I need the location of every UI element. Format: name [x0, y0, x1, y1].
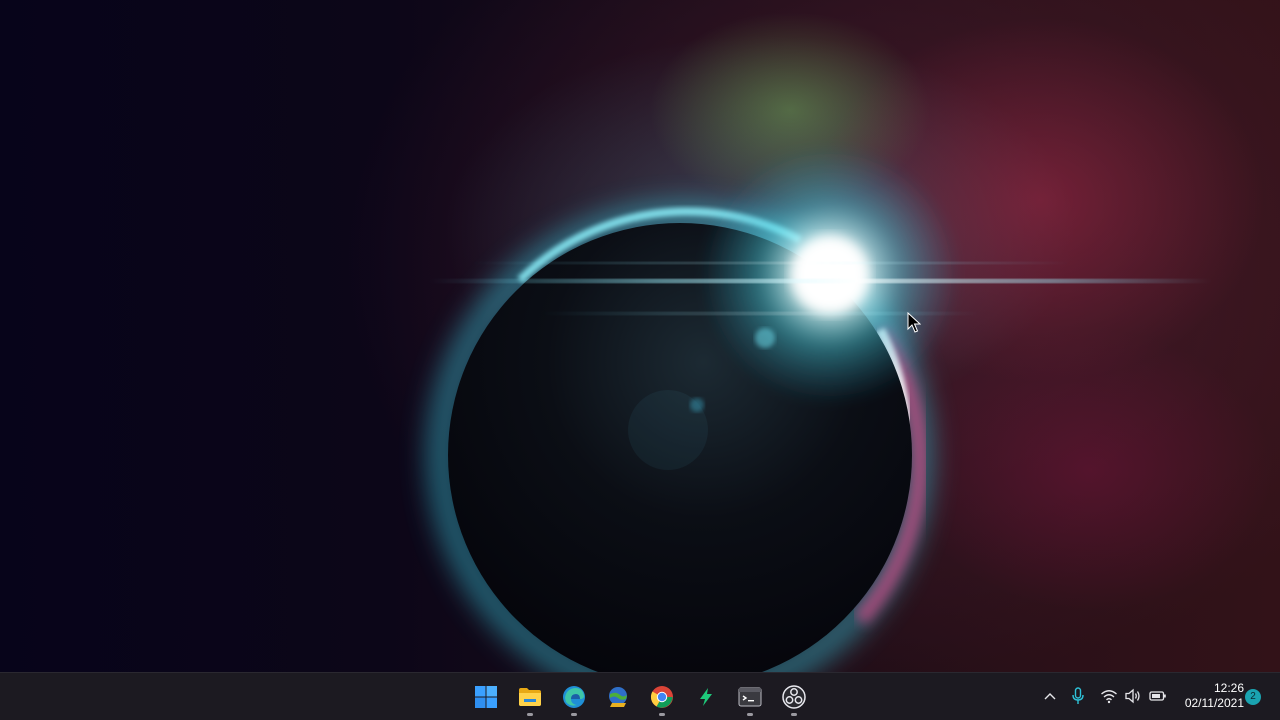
start-button[interactable] [466, 677, 506, 717]
edge-button[interactable] [554, 677, 594, 717]
running-indicator [527, 713, 533, 716]
chrome-button[interactable] [642, 677, 682, 717]
running-indicator [747, 713, 753, 716]
clock[interactable]: 12:26 02/11/2021 [1176, 681, 1244, 711]
mouse-cursor [907, 312, 921, 333]
chevron-up-icon[interactable] [1043, 687, 1057, 705]
clock-time: 12:26 [1213, 681, 1244, 695]
speaker-icon[interactable] [1124, 687, 1142, 705]
idm-globe-icon [609, 687, 627, 707]
chrome-icon [650, 686, 673, 708]
edge-icon [563, 686, 585, 708]
file-explorer-button[interactable] [510, 677, 550, 717]
notification-badge[interactable]: 2 [1245, 689, 1261, 705]
taskbar: 12:26 02/11/2021 2 [0, 672, 1280, 720]
terminal-button[interactable] [730, 677, 770, 717]
running-indicator [791, 713, 797, 716]
lightning-app-button[interactable] [686, 677, 726, 717]
terminal-icon [738, 687, 762, 707]
eclipse-artwork [429, 145, 1210, 672]
obs-button[interactable] [774, 677, 814, 717]
wifi-icon[interactable] [1100, 687, 1118, 705]
battery-icon[interactable] [1149, 687, 1167, 705]
clock-date: 02/11/2021 [1184, 696, 1244, 710]
desktop-wallpaper [0, 0, 1280, 672]
running-indicator [571, 713, 577, 716]
running-indicator [659, 713, 665, 716]
download-manager-button[interactable] [598, 677, 638, 717]
obs-icon [782, 685, 806, 709]
windows-logo-icon [475, 686, 497, 708]
lightning-icon [700, 688, 712, 706]
folder-icon [519, 688, 541, 706]
microphone-icon[interactable] [1070, 687, 1086, 705]
